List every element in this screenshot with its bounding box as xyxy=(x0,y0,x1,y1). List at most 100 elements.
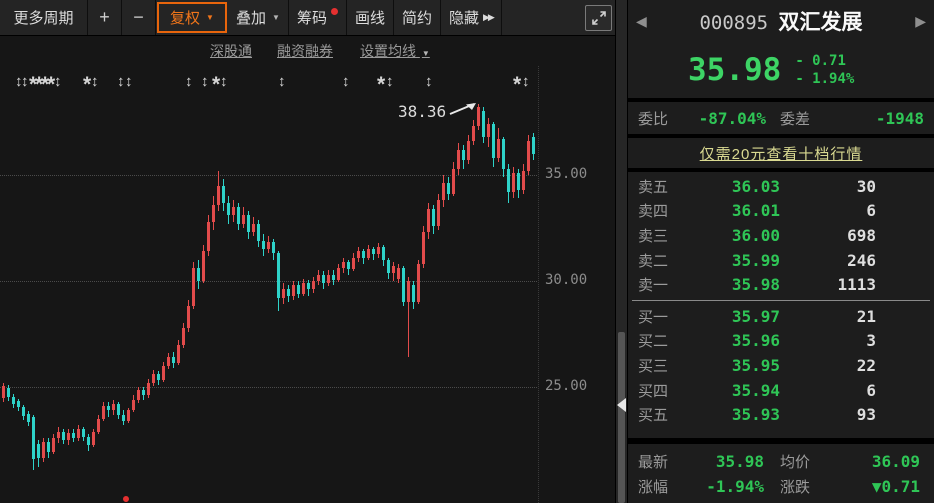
event-arrow-marker-icon[interactable]: ↕ xyxy=(386,72,394,92)
candle-body xyxy=(267,242,270,249)
hide-label: 隐藏 xyxy=(449,7,479,28)
draw-line-button[interactable]: 画线 xyxy=(347,0,394,35)
ask-row-5[interactable]: 卖五 36.03 30 xyxy=(628,174,934,199)
event-red-dot-marker xyxy=(123,496,129,502)
candle-body xyxy=(412,285,415,302)
bid-row-3[interactable]: 买三 35.95 22 xyxy=(628,353,934,378)
candle-body xyxy=(252,224,255,232)
ask-row-2[interactable]: 卖二 35.99 246 xyxy=(628,248,934,273)
collapse-arrow-icon[interactable] xyxy=(617,398,626,412)
ask-row-3[interactable]: 卖三 36.00 698 xyxy=(628,223,934,248)
candle-body xyxy=(27,414,30,422)
bid-row-5[interactable]: 买五 35.93 93 xyxy=(628,402,934,427)
more-periods-label: 更多周期 xyxy=(13,7,73,28)
candle-body xyxy=(342,262,345,268)
event-star-marker-icon[interactable]: * xyxy=(377,72,385,98)
candlestick-chart[interactable]: 38.36 35.0030.0025.00↕↕****↕*↕↕↕↕↕*↕↕↕*↕… xyxy=(0,66,615,503)
ask-row-4[interactable]: 卖四 36.01 6 xyxy=(628,199,934,224)
candle-body xyxy=(332,275,335,280)
chips-button[interactable]: 筹码 xyxy=(289,0,347,35)
candle-body xyxy=(157,374,160,379)
ask-row-1[interactable]: 卖一 35.98 1113 xyxy=(628,272,934,297)
candle-body xyxy=(287,289,290,295)
event-arrow-marker-icon[interactable]: ↕ xyxy=(91,72,99,92)
candle-body xyxy=(407,281,410,302)
chart-toolbar: 更多周期 + − 复权 ▼ 叠加 ▼ 筹码 画线 xyxy=(0,0,615,36)
candle-body xyxy=(382,247,385,260)
candle-body xyxy=(167,357,170,365)
candle-body xyxy=(217,186,220,205)
price-block: 35.98 - 0.71 - 1.94% xyxy=(628,42,934,98)
event-arrow-marker-icon[interactable]: ↕ xyxy=(117,72,125,92)
event-arrow-marker-icon[interactable]: ↕ xyxy=(220,72,228,92)
change-pct-label: 涨幅 xyxy=(638,476,668,497)
level2-promo-link[interactable]: 仅需20元查看十档行情 xyxy=(700,143,863,164)
event-arrow-marker-icon[interactable]: ↕ xyxy=(425,72,433,92)
candle-body xyxy=(222,186,225,203)
promo-row: 仅需20元查看十档行情 xyxy=(628,138,934,168)
candle-body xyxy=(62,432,65,440)
candle-body xyxy=(297,285,300,293)
event-arrow-marker-icon[interactable]: ↕ xyxy=(185,72,193,92)
candle-body xyxy=(127,410,130,421)
chevron-down-icon: ▼ xyxy=(206,13,214,22)
candle-body xyxy=(177,345,180,363)
weibi-label: 委比 xyxy=(638,108,668,129)
margin-trading-link[interactable]: 融资融券 xyxy=(277,41,333,61)
candle-body xyxy=(482,111,485,136)
y-axis-tick-label: 25.00 xyxy=(545,378,597,394)
simple-mode-button[interactable]: 简约 xyxy=(394,0,441,35)
stock-code: 000895 xyxy=(699,12,768,34)
candle-body xyxy=(512,173,515,192)
candle-body xyxy=(187,306,190,327)
candle-body xyxy=(122,415,125,421)
next-stock-arrow[interactable]: ▶ xyxy=(915,13,926,30)
candle-body xyxy=(57,432,60,438)
candle-body xyxy=(327,275,330,283)
event-star-marker-icon[interactable]: * xyxy=(83,72,91,98)
event-star-marker-icon[interactable]: * xyxy=(212,72,220,98)
candle-body xyxy=(102,406,105,419)
event-arrow-marker-icon[interactable]: ↕ xyxy=(522,72,530,92)
change-label: 涨跌 xyxy=(780,476,810,497)
price-change-block: - 0.71 - 1.94% xyxy=(795,53,854,87)
hide-panel-button[interactable]: 隐藏 ▶▶ xyxy=(441,0,502,35)
candle-body xyxy=(347,262,350,269)
event-arrow-marker-icon[interactable]: ↕ xyxy=(342,72,350,92)
candle-body xyxy=(397,268,400,279)
zoom-out-button[interactable]: − xyxy=(122,0,156,35)
overlay-button[interactable]: 叠加 ▼ xyxy=(228,0,289,35)
candle-body xyxy=(142,390,145,395)
more-periods-button[interactable]: 更多周期 xyxy=(0,0,88,35)
event-star-marker-icon[interactable]: * xyxy=(513,72,521,98)
price-gridline xyxy=(0,281,537,282)
candle-body xyxy=(502,139,505,169)
candle-body xyxy=(447,183,450,194)
fullscreen-button[interactable] xyxy=(585,5,612,31)
candle-body xyxy=(357,251,360,257)
event-arrow-marker-icon[interactable]: ↕ xyxy=(21,72,29,92)
chevron-down-icon: ▼ xyxy=(272,13,280,22)
event-arrow-marker-icon[interactable]: ↕ xyxy=(125,72,133,92)
last-price: 35.98 xyxy=(688,52,781,88)
prev-stock-arrow[interactable]: ◀ xyxy=(636,13,647,30)
event-arrow-marker-icon[interactable]: ↕ xyxy=(201,72,209,92)
scrollbar-thumb[interactable] xyxy=(618,332,625,503)
adjust-price-button[interactable]: 复权 ▼ xyxy=(157,2,227,33)
zoom-in-button[interactable]: + xyxy=(88,0,122,35)
event-arrow-marker-icon[interactable]: ↕ xyxy=(54,72,62,92)
event-arrow-marker-icon[interactable]: ↕ xyxy=(278,72,286,92)
bid-row-4[interactable]: 买四 35.94 6 xyxy=(628,378,934,403)
candle-body xyxy=(152,374,155,382)
pane-splitter[interactable] xyxy=(615,0,628,503)
y-axis-tick-label: 35.00 xyxy=(545,166,597,182)
high-price-annotation: 38.36 xyxy=(398,102,446,121)
candle-body xyxy=(507,169,510,192)
bid-row-1[interactable]: 买一 35.97 21 xyxy=(628,304,934,329)
bid-row-2[interactable]: 买二 35.96 3 xyxy=(628,329,934,354)
candle-body xyxy=(492,124,495,158)
candle-body xyxy=(427,209,430,232)
shenzhen-connect-link[interactable]: 深股通 xyxy=(210,41,252,61)
ma-settings-link[interactable]: 设置均线 ▼ xyxy=(360,41,430,61)
candle-body xyxy=(172,357,175,362)
